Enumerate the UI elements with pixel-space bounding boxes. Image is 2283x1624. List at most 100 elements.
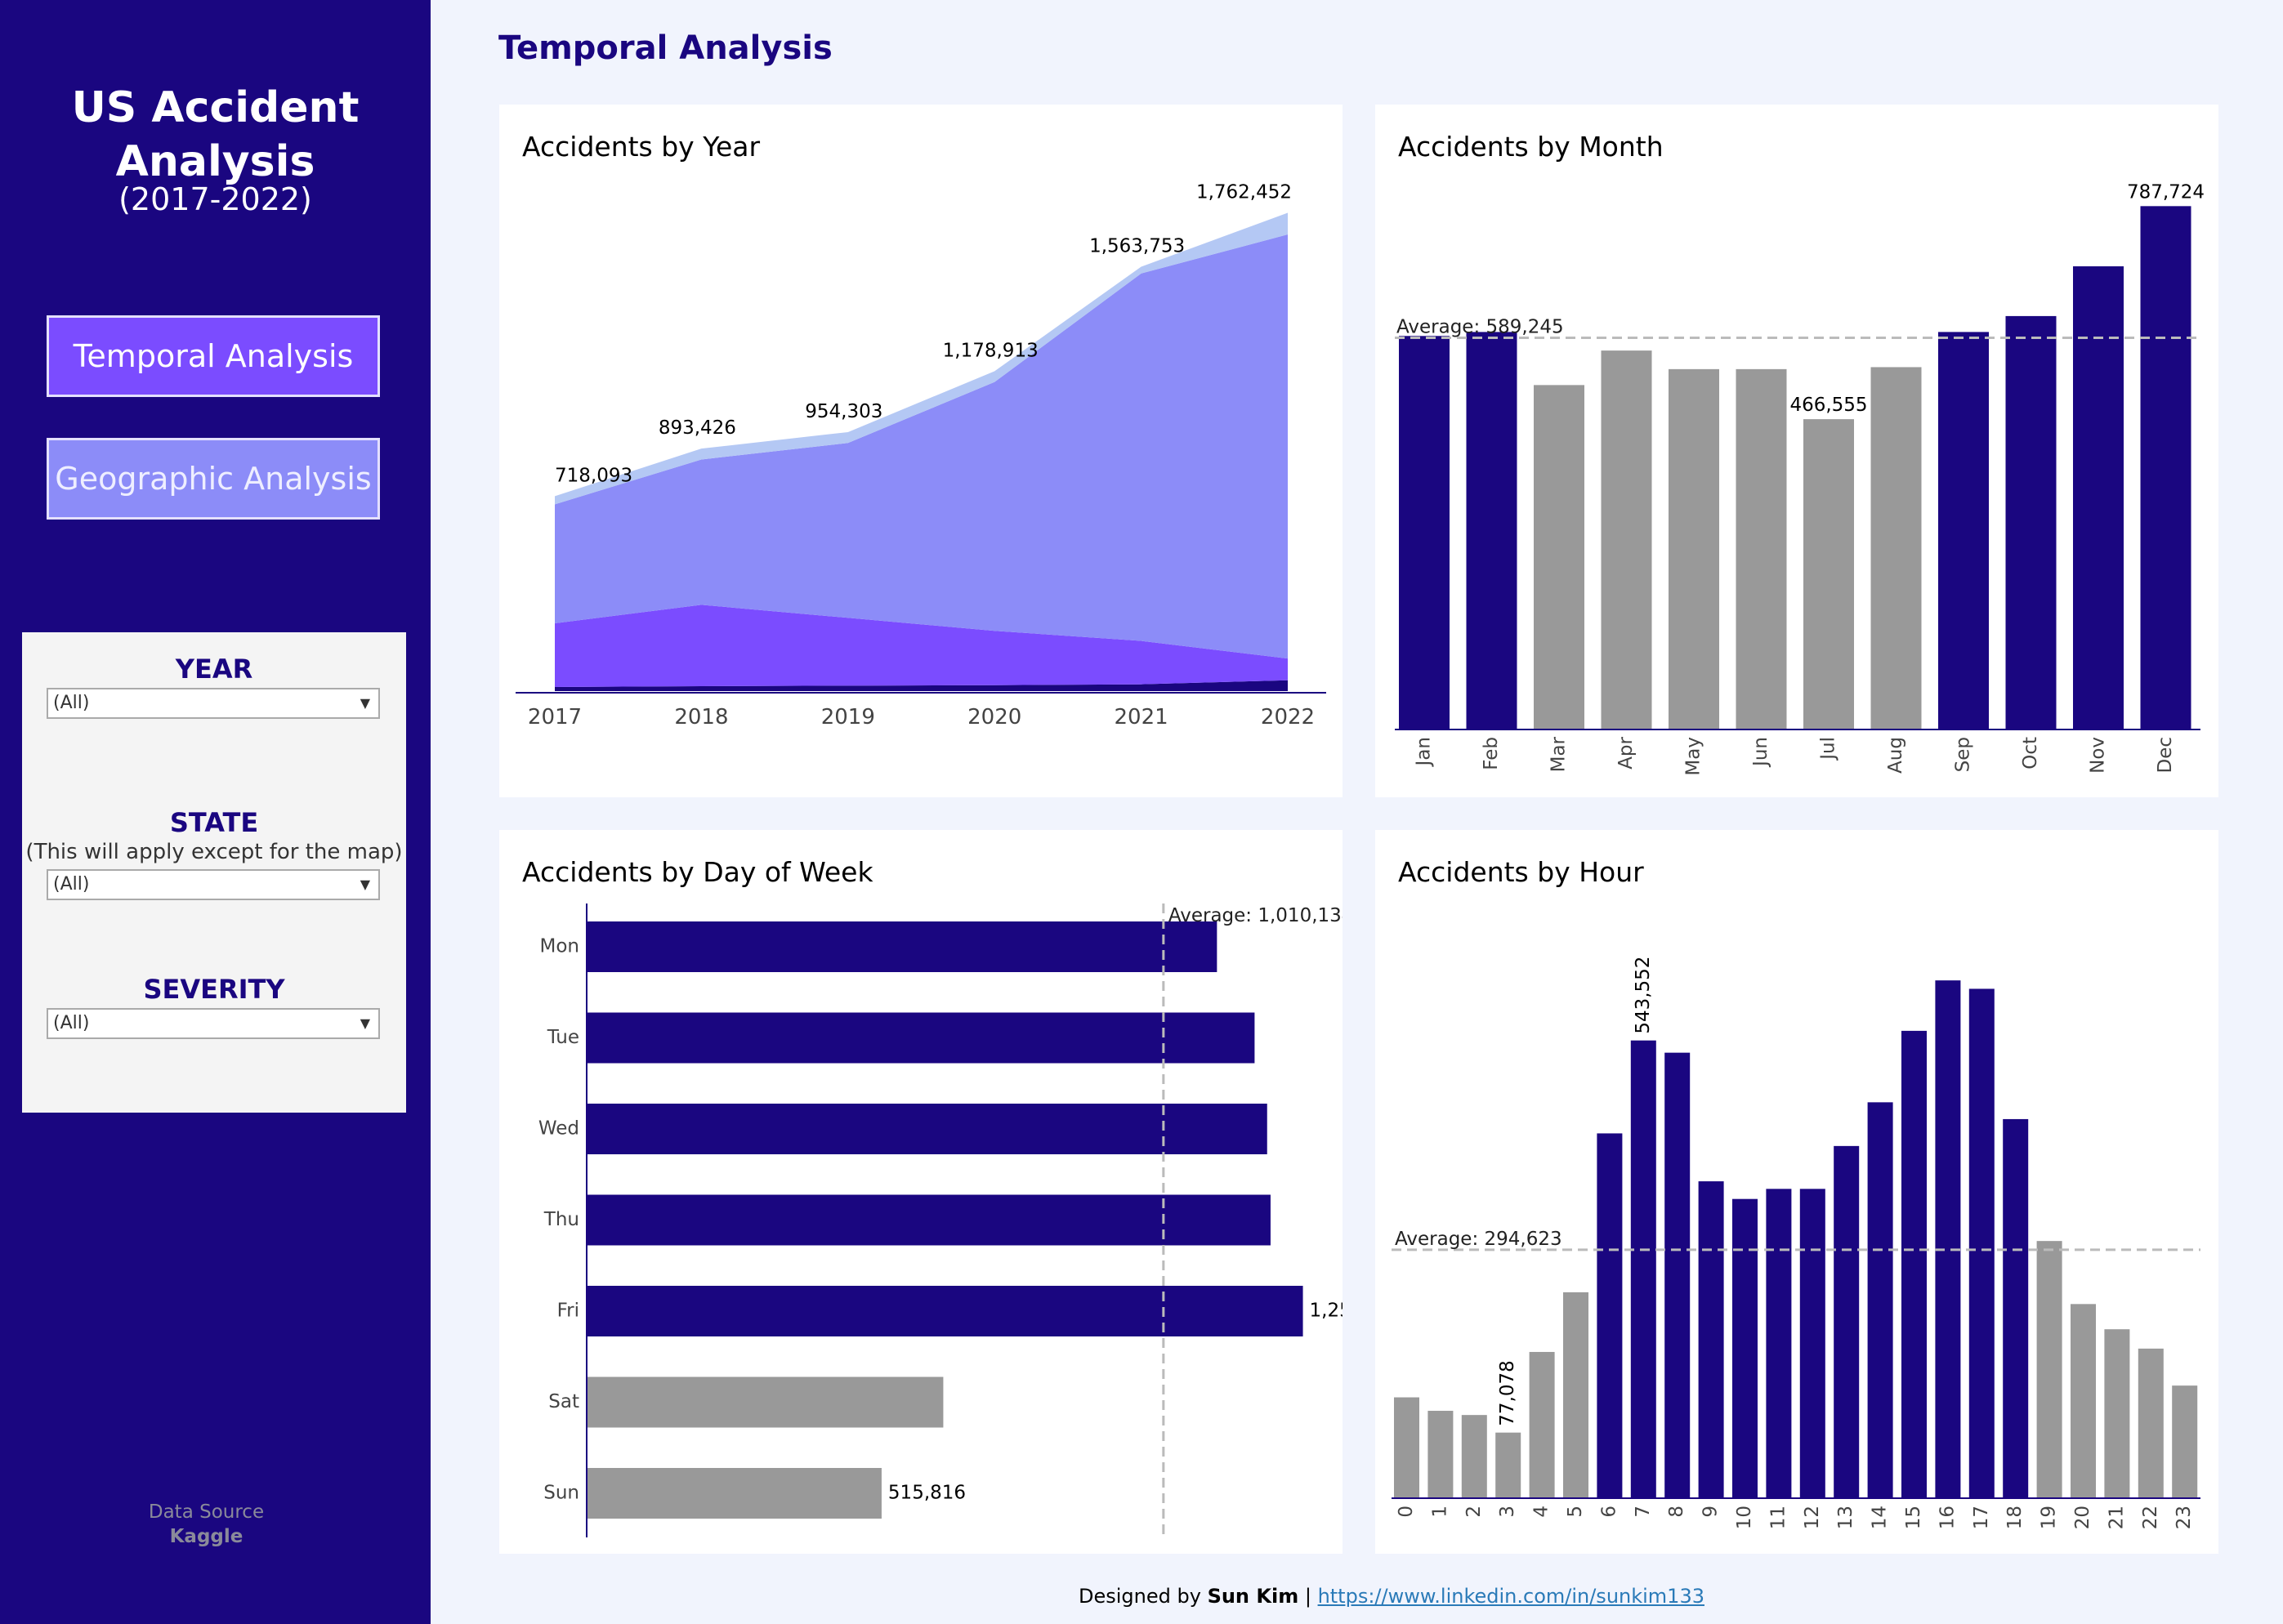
app-subtitle: (2017-2022): [118, 181, 312, 217]
data-label: 1,178,913: [943, 340, 1039, 361]
y-tick-label: Fri: [557, 1301, 579, 1322]
severity-filter-label: SEVERITY: [143, 974, 285, 1005]
x-tick-label: Jan: [1414, 737, 1435, 767]
x-tick-label: Nov: [2088, 737, 2109, 774]
x-tick-label: 6: [1598, 1506, 1620, 1518]
data-label: 893,426: [659, 417, 736, 439]
x-tick-label: 2018: [674, 705, 728, 729]
y-tick-label: Sat: [548, 1391, 579, 1412]
bar: [1630, 1040, 1656, 1497]
footer: Designed by Sun Kim | https://www.linked…: [1079, 1585, 1704, 1608]
bar: [1803, 419, 1854, 729]
hour-bar-chart: Average: 294,6230 1 2 3 4 5 6 7 8 9 10 11 12 13 14 15 16…: [1392, 957, 2200, 1529]
bar: [588, 1376, 944, 1428]
data-label: 77,078: [1497, 1360, 1518, 1425]
month-bar-chart: Average: 589,245 Jan Feb Mar Apr May Jun Jul Aug…: [1395, 181, 2205, 776]
footer-prefix: Designed by: [1079, 1585, 1208, 1608]
bar: [1563, 1292, 1588, 1497]
bar: [2140, 206, 2191, 729]
x-tick-label: 11: [1767, 1506, 1789, 1529]
bar: [1597, 1133, 1623, 1497]
average-label: Average: 1,010,134: [1168, 905, 1343, 926]
chart-card-day-of-week: Accidents by Day of Week Mon Tue Wed Thu Fri…: [499, 830, 1343, 1554]
temporal-analysis-button[interactable]: Temporal Analysis: [47, 315, 380, 397]
bar: [1698, 1181, 1724, 1497]
bar: [1968, 988, 1995, 1497]
bar: [1669, 368, 1719, 729]
bar: [2172, 1385, 2198, 1497]
state-filter-note: (This will apply except for the map): [25, 840, 403, 864]
data-label: 1,563,753: [1089, 235, 1185, 257]
x-tick-label: 4: [1531, 1506, 1553, 1518]
data-label: 718,093: [555, 465, 632, 486]
bar: [1394, 1397, 1419, 1497]
geographic-analysis-button[interactable]: Geographic Analysis: [47, 438, 380, 520]
x-tick-label: Mar: [1548, 736, 1570, 772]
linkedin-link[interactable]: https://www.linkedin.com/in/sunkim133: [1318, 1585, 1704, 1608]
data-label: 543,552: [1633, 957, 1654, 1034]
bar: [588, 1194, 1271, 1246]
x-tick-label: 7: [1633, 1506, 1654, 1518]
sidebar: US Accident Analysis (2017-2022) Tempora…: [0, 0, 431, 1624]
average-label: Average: 589,245: [1396, 317, 1564, 338]
year-area-chart: 2017 2018 2019 2020 2021 2022 718,093 893,426 95…: [516, 181, 1326, 729]
bar: [2005, 315, 2057, 729]
bar: [1664, 1052, 1691, 1497]
footer-separator: |: [1298, 1585, 1318, 1608]
app-title-line1: US Accident: [71, 83, 360, 132]
x-tick-label: Apr: [1615, 736, 1637, 769]
x-tick-label: 0: [1396, 1506, 1417, 1518]
severity-filter-select[interactable]: (All) ▼: [47, 1008, 380, 1039]
chevron-down-icon: ▼: [360, 1015, 370, 1031]
bar: [1901, 1030, 1927, 1497]
x-tick-label: Sep: [1953, 737, 1974, 772]
data-label: 787,724: [2127, 181, 2205, 203]
x-tick-label: 9: [1700, 1506, 1722, 1518]
bar: [1799, 1189, 1825, 1497]
data-label: 1,254,770: [1310, 1301, 1343, 1322]
x-tick-label: 8: [1666, 1506, 1687, 1518]
bar: [1601, 350, 1652, 729]
x-tick-label: May: [1683, 737, 1704, 776]
bar: [588, 1104, 1267, 1154]
chevron-down-icon: ▼: [360, 695, 370, 711]
data-source-label: Data Source: [148, 1501, 265, 1523]
year-filter-label: YEAR: [175, 654, 253, 685]
x-tick-label: 20: [2072, 1506, 2093, 1529]
y-tick-label: Sun: [543, 1483, 579, 1504]
bar: [1870, 367, 1922, 729]
data-label: 515,816: [888, 1483, 966, 1504]
x-tick-label: 12: [1802, 1506, 1823, 1529]
bar: [588, 1468, 882, 1519]
bar: [2104, 1329, 2130, 1497]
bar: [1466, 332, 1517, 729]
y-tick-label: Wed: [538, 1118, 579, 1140]
bar: [1938, 332, 1989, 729]
x-tick-label: 16: [1937, 1506, 1958, 1529]
bar: [1495, 1432, 1521, 1497]
x-tick-label: 2022: [1261, 705, 1315, 729]
x-tick-label: 2020: [967, 705, 1021, 729]
bar: [1867, 1102, 1893, 1497]
state-filter-value: (All): [53, 874, 90, 895]
year-filter-select[interactable]: (All) ▼: [47, 688, 380, 719]
x-tick-label: Feb: [1481, 737, 1502, 770]
bar: [1461, 1415, 1487, 1497]
x-tick-label: Jun: [1750, 737, 1771, 768]
x-tick-label: 2017: [528, 705, 582, 729]
x-tick-label: 23: [2174, 1506, 2195, 1529]
chart-card-month: Accidents by Month Average: 589,245 Jan Fe…: [1375, 105, 2218, 797]
bar: [2036, 1241, 2062, 1497]
page-title: Temporal Analysis: [498, 29, 833, 67]
chart-card-hour: Accidents by Hour Average: 294,623 0 1 2 3 4 5…: [1375, 830, 2218, 1554]
state-filter-select[interactable]: (All) ▼: [47, 869, 380, 900]
bar: [588, 1012, 1255, 1064]
y-tick-label: Thu: [543, 1209, 579, 1230]
x-tick-label: Aug: [1885, 737, 1906, 774]
y-tick-label: Mon: [540, 936, 580, 957]
x-tick-label: 2019: [821, 705, 875, 729]
x-tick-label: 10: [1734, 1506, 1755, 1529]
bar: [2071, 1304, 2096, 1497]
bar: [1399, 336, 1450, 729]
x-tick-label: 15: [1903, 1506, 1924, 1529]
